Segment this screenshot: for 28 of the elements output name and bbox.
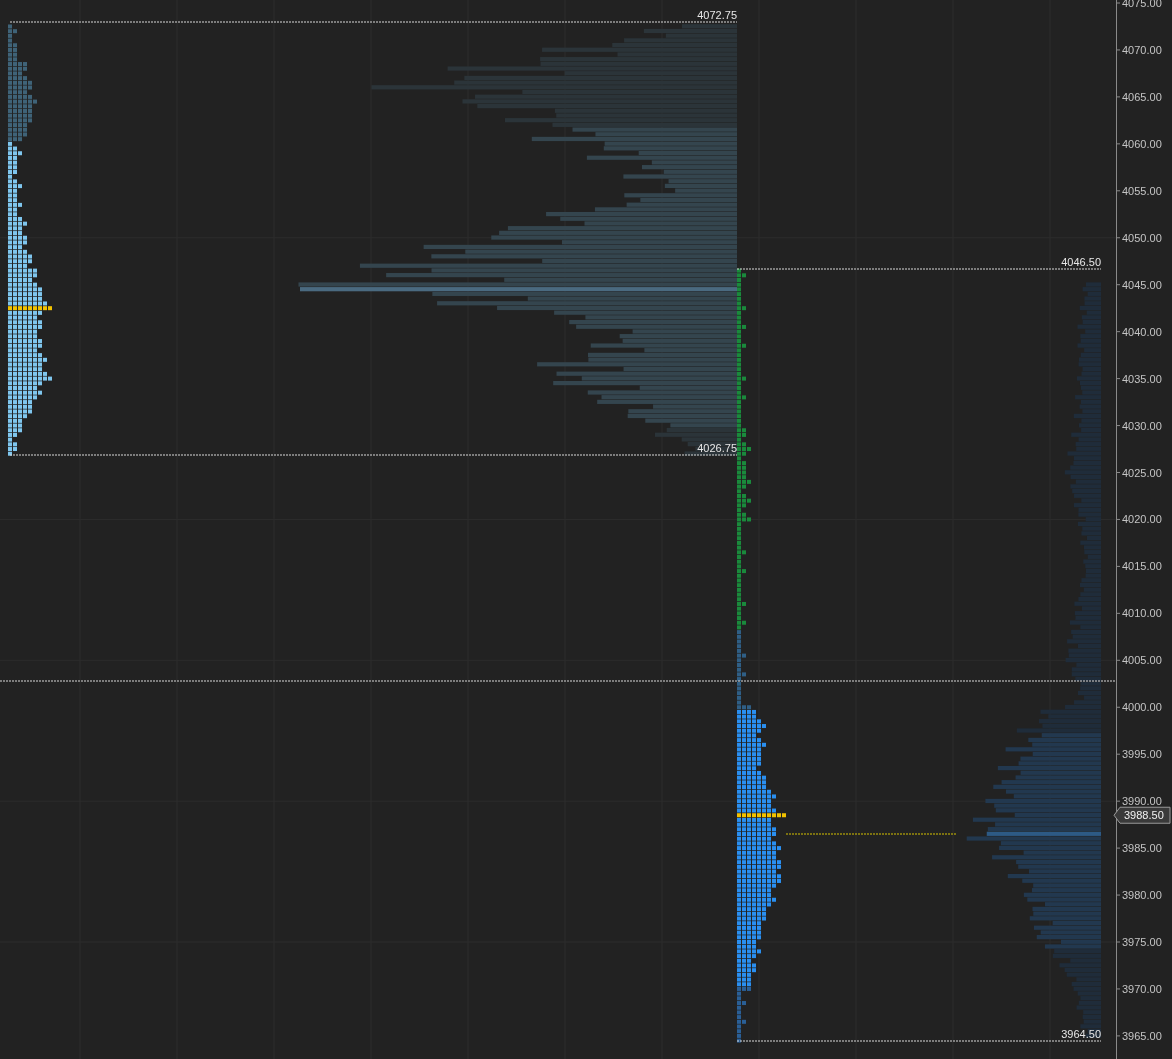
level-label: 4026.75 xyxy=(697,442,737,454)
price-axis-label: 4055.00 xyxy=(1122,184,1162,197)
price-axis-label: 3985.00 xyxy=(1122,842,1162,855)
price-axis-label: 4030.00 xyxy=(1122,419,1162,432)
price-axis-label: 4070.00 xyxy=(1122,43,1162,56)
price-axis-label: 3975.00 xyxy=(1122,936,1162,948)
price-axis-label: 3970.00 xyxy=(1122,982,1162,995)
price-axis-label: 4020.00 xyxy=(1122,513,1162,526)
price-axis-label: 4035.00 xyxy=(1122,372,1162,385)
price-axis-label: 4010.00 xyxy=(1122,607,1162,620)
level-label: 4072.75 xyxy=(697,9,737,21)
price-axis-label: 4005.00 xyxy=(1122,654,1162,667)
price-axis-label: 3995.00 xyxy=(1122,748,1162,761)
level-label: 3964.50 xyxy=(1061,1028,1101,1040)
price-axis-label: 4060.00 xyxy=(1122,137,1162,150)
price-axis-label: 4040.00 xyxy=(1122,325,1162,338)
price-axis-label: 3980.00 xyxy=(1122,889,1162,902)
price-axis-label: 3965.00 xyxy=(1122,1029,1162,1042)
price-axis-label: 4045.00 xyxy=(1122,278,1162,291)
level-label: 4046.50 xyxy=(1061,256,1101,268)
price-axis-label: 4065.00 xyxy=(1122,90,1162,103)
price-axis-label: 4075.00 xyxy=(1122,0,1162,9)
price-axis-label: 3990.00 xyxy=(1122,795,1162,808)
price-axis-label: 4050.00 xyxy=(1122,231,1162,244)
price-axis-label: 4000.00 xyxy=(1122,701,1162,714)
price-axis-label: 4015.00 xyxy=(1122,560,1162,573)
current-price-tag: 3988.50 xyxy=(1113,806,1171,824)
price-axis-label: 4025.00 xyxy=(1122,466,1162,479)
